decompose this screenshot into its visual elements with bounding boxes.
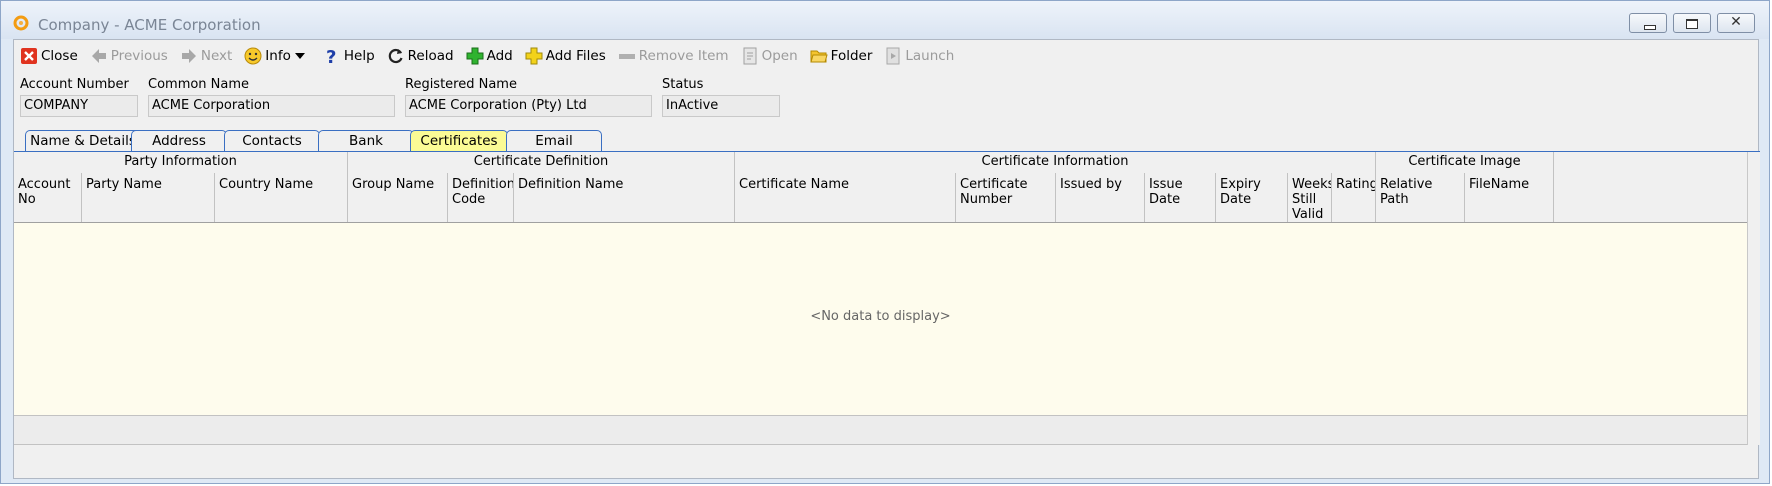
remove-item-button[interactable]: Remove Item bbox=[612, 44, 735, 68]
col-expiry-date[interactable]: Expiry Date bbox=[1216, 173, 1288, 222]
remove-item-label: Remove Item bbox=[638, 48, 729, 64]
folder-icon bbox=[809, 50, 828, 63]
info-dropdown-icon[interactable] bbox=[294, 53, 305, 59]
launch-button[interactable]: Launch bbox=[878, 44, 960, 68]
band-header-row: Party Information Certificate Definition… bbox=[14, 152, 1747, 174]
col-definition-code[interactable]: Definition Code bbox=[448, 173, 514, 222]
launch-icon bbox=[886, 47, 900, 65]
minimize-button[interactable] bbox=[1629, 13, 1667, 33]
close-label: Close bbox=[41, 48, 78, 64]
close-icon bbox=[21, 48, 37, 64]
col-country-name[interactable]: Country Name bbox=[215, 173, 348, 222]
band-certificate-definition[interactable]: Certificate Definition bbox=[348, 152, 735, 173]
col-issue-date[interactable]: Issue Date bbox=[1145, 173, 1216, 222]
reload-label: Reload bbox=[407, 48, 454, 64]
col-relative-path[interactable]: Relative Path bbox=[1376, 173, 1465, 222]
certificates-grid: Party Information Certificate Definition… bbox=[14, 152, 1760, 480]
status-label: Status bbox=[662, 77, 704, 92]
tab-bank-accounts[interactable]: Bank Accounts bbox=[318, 130, 414, 170]
add-files-label: Add Files bbox=[545, 48, 606, 64]
maximize-button[interactable] bbox=[1673, 13, 1711, 33]
minus-icon bbox=[618, 54, 635, 59]
registered-name-label: Registered Name bbox=[405, 77, 517, 92]
help-label: Help bbox=[343, 48, 375, 64]
tab-address[interactable]: Address bbox=[131, 130, 227, 152]
window-controls: ✕ bbox=[1629, 13, 1755, 33]
add-files-button[interactable]: Add Files bbox=[519, 44, 612, 68]
reload-button[interactable]: Reload bbox=[381, 44, 460, 68]
open-button[interactable]: Open bbox=[735, 44, 804, 68]
next-label: Next bbox=[200, 48, 233, 64]
window-title: Company - ACME Corporation bbox=[38, 16, 261, 34]
open-label: Open bbox=[761, 48, 798, 64]
arrow-right-icon bbox=[181, 49, 196, 63]
info-label: Info bbox=[265, 48, 291, 64]
client-area: Close Previous Next Info ? Help Reload A… bbox=[13, 39, 1760, 480]
next-button[interactable]: Next bbox=[174, 44, 238, 68]
toolbar: Close Previous Next Info ? Help Reload A… bbox=[14, 42, 960, 70]
col-party-name[interactable]: Party Name bbox=[82, 173, 215, 222]
col-filename[interactable]: FileName bbox=[1465, 173, 1554, 222]
reload-icon bbox=[388, 48, 403, 64]
add-button[interactable]: Add bbox=[460, 44, 519, 68]
empty-message: <No data to display> bbox=[810, 309, 951, 324]
folder-button[interactable]: Folder bbox=[804, 44, 879, 68]
folder-label: Folder bbox=[830, 48, 873, 64]
title-bar[interactable]: Company - ACME Corporation ✕ bbox=[1, 1, 1769, 39]
col-definition-name[interactable]: Definition Name bbox=[514, 173, 735, 222]
col-account-no[interactable]: Account No bbox=[14, 173, 82, 222]
grid-data-area[interactable]: <No data to display> bbox=[14, 223, 1747, 415]
account-number-label: Account Number bbox=[20, 77, 129, 92]
info-button[interactable]: Info bbox=[238, 44, 317, 68]
common-name-field[interactable]: ACME Corporation bbox=[148, 95, 395, 117]
tab-email-settings[interactable]: Email Settings bbox=[506, 130, 602, 170]
col-certificate-number[interactable]: Certificate Number bbox=[956, 173, 1056, 222]
col-group-name[interactable]: Group Name bbox=[348, 173, 448, 222]
launch-label: Launch bbox=[905, 48, 955, 64]
vertical-scrollbar[interactable] bbox=[1747, 152, 1760, 445]
col-certificate-name[interactable]: Certificate Name bbox=[735, 173, 956, 222]
band-certificate-information[interactable]: Certificate Information bbox=[735, 152, 1376, 173]
plus-icon bbox=[466, 47, 484, 65]
account-number-field[interactable]: COMPANY bbox=[20, 95, 138, 117]
close-window-button[interactable]: ✕ bbox=[1717, 13, 1755, 33]
grid-footer bbox=[14, 415, 1747, 445]
help-button[interactable]: ? Help bbox=[317, 44, 381, 68]
tab-strip: Name & Details Address Contacts Bank Acc… bbox=[14, 130, 1760, 170]
tab-certificates[interactable]: Certificates bbox=[410, 130, 508, 152]
plus-files-icon bbox=[525, 47, 543, 65]
tab-name-details[interactable]: Name & Details bbox=[25, 130, 141, 152]
smiley-info-icon bbox=[244, 47, 262, 65]
registered-name-field[interactable]: ACME Corporation (Pty) Ltd bbox=[405, 95, 652, 117]
add-label: Add bbox=[486, 48, 513, 64]
col-rating[interactable]: Rating bbox=[1332, 173, 1376, 222]
open-document-icon bbox=[743, 47, 757, 65]
arrow-left-icon bbox=[91, 49, 106, 63]
tab-contacts[interactable]: Contacts bbox=[224, 130, 320, 152]
band-party-information[interactable]: Party Information bbox=[14, 152, 348, 173]
common-name-label: Common Name bbox=[148, 77, 250, 92]
col-weeks-still-valid[interactable]: Weeks Still Valid bbox=[1288, 173, 1332, 222]
status-field[interactable]: InActive bbox=[662, 95, 780, 117]
question-icon: ? bbox=[326, 47, 336, 65]
previous-button[interactable]: Previous bbox=[84, 44, 174, 68]
main-window: Company - ACME Corporation ✕ Close Previ… bbox=[0, 0, 1770, 484]
svg-text:?: ? bbox=[326, 47, 336, 65]
col-issued-by[interactable]: Issued by bbox=[1056, 173, 1145, 222]
app-logo-icon bbox=[13, 15, 29, 31]
close-button[interactable]: Close bbox=[14, 44, 84, 68]
previous-label: Previous bbox=[110, 48, 168, 64]
band-certificate-image[interactable]: Certificate Image bbox=[1376, 152, 1554, 173]
column-header-row: Account No Party Name Country Name Group… bbox=[14, 173, 1747, 223]
